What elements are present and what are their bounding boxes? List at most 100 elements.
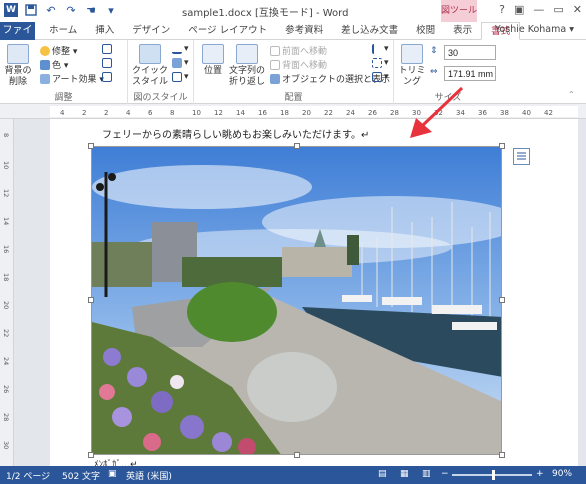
paragraph-ferry[interactable]: フェリーからの素晴らしい眺めもお楽しみいただけます。↵ <box>102 126 369 141</box>
resize-handle-top-right[interactable] <box>499 143 505 149</box>
tab-4[interactable]: 参考資料 <box>276 22 332 40</box>
ruler-number: 10 <box>192 109 201 117</box>
resize-handle-bottom-right[interactable] <box>499 452 505 458</box>
height-icon: ⇕ <box>430 46 438 56</box>
vruler-number: 16 <box>2 245 10 254</box>
crop-button[interactable]: トリミング <box>398 44 426 88</box>
read-mode-icon[interactable]: ▤ <box>378 469 387 479</box>
ruler-number: 4 <box>126 109 131 117</box>
ruler-number: 26 <box>368 109 377 117</box>
resize-handle-right[interactable] <box>499 297 505 303</box>
align-icon[interactable]: ▾ <box>372 44 389 54</box>
bring-forward-label: 前面へ移動 <box>282 47 328 57</box>
ruler-number: 2 <box>104 109 109 117</box>
zoom-level[interactable]: 90% <box>552 469 572 479</box>
group-objects-icon[interactable]: ▾ <box>372 58 389 68</box>
picture-border-icon[interactable]: ▾ <box>172 44 189 54</box>
word-window: W ↶ ↷ ☚ ▾ sample1.docx [互換モード] - Word 図ツ… <box>0 0 586 484</box>
layout-options-icon[interactable] <box>513 148 530 165</box>
ruler-number: 38 <box>500 109 509 117</box>
redo-icon[interactable]: ↷ <box>64 3 78 17</box>
change-picture-icon[interactable] <box>102 58 112 68</box>
width-icon: ⇔ <box>430 67 438 77</box>
ruler-number: 8 <box>170 109 175 117</box>
ruler-number: 42 <box>544 109 553 117</box>
tab-2[interactable]: デザイン <box>123 22 179 40</box>
vruler-number: 14 <box>2 217 10 226</box>
group-adjust-label: 調整 <box>54 93 73 103</box>
quick-styles-button[interactable]: クイック スタイル <box>132 44 168 88</box>
ruler-number: 16 <box>258 109 267 117</box>
remove-background-button[interactable]: 背景の削除 <box>3 44 33 88</box>
send-backward-icon <box>270 59 280 70</box>
vruler-number: 26 <box>2 385 10 394</box>
inserted-photo[interactable] <box>91 146 502 455</box>
bring-forward-button[interactable]: 前面へ移動 <box>270 44 327 57</box>
height-field[interactable] <box>444 45 496 60</box>
zoom-out-button[interactable]: − <box>441 469 449 479</box>
vruler-number: 12 <box>2 189 10 198</box>
minimize-button[interactable]: — <box>533 3 544 16</box>
collapse-ribbon-icon[interactable]: ⌃ <box>568 90 575 99</box>
ruler-number: 6 <box>148 109 153 117</box>
tab-3[interactable]: ページ レイアウト <box>179 22 276 40</box>
ruler-number: 18 <box>280 109 289 117</box>
vruler-number: 20 <box>2 301 10 310</box>
restore-button[interactable]: ▭ <box>553 3 563 16</box>
close-button[interactable]: ✕ <box>573 3 582 16</box>
quick-styles-icon <box>139 44 161 64</box>
group-arrange-label: 配置 <box>284 93 303 103</box>
reset-picture-icon[interactable] <box>102 72 112 82</box>
position-button[interactable]: 位置 <box>200 44 226 77</box>
bring-forward-icon <box>270 45 280 56</box>
corrections-button[interactable]: 修整 ▾ <box>40 44 77 57</box>
tab-0[interactable]: ホーム <box>40 22 86 40</box>
quick-styles-label: クイック スタイル <box>132 66 169 87</box>
group-picture-styles-label: 図のスタイル <box>133 93 188 103</box>
picture-layout-icon[interactable]: ▾ <box>172 72 189 82</box>
proofing-icon[interactable]: ▣ <box>108 469 117 479</box>
tab-7[interactable]: 表示 <box>444 22 481 40</box>
artistic-effects-button[interactable]: アート効果 ▾ <box>40 72 104 85</box>
resize-handle-bottom[interactable] <box>294 452 300 458</box>
zoom-in-button[interactable]: + <box>536 469 544 479</box>
width-field[interactable] <box>444 66 496 81</box>
undo-icon[interactable]: ↶ <box>44 3 58 17</box>
tab-1[interactable]: 挿入 <box>86 22 123 40</box>
resize-handle-left[interactable] <box>88 297 94 303</box>
selection-pane-icon <box>270 73 280 84</box>
language-indicator[interactable]: 英語 (米国) <box>126 469 172 482</box>
ruler-number: 22 <box>324 109 333 117</box>
wrap-text-button[interactable]: 文字列の 折り返し <box>228 44 266 88</box>
resize-handle-top[interactable] <box>294 143 300 149</box>
document-title: sample1.docx [互換モード] - Word <box>182 8 349 19</box>
send-backward-button[interactable]: 背面へ移動 <box>270 58 327 71</box>
crop-icon <box>401 44 423 64</box>
wrap-text-label: 文字列の 折り返し <box>228 66 265 87</box>
help-button[interactable]: ? <box>499 3 505 16</box>
artistic-effects-icon <box>40 73 50 84</box>
zoom-slider-thumb[interactable] <box>492 470 495 480</box>
compress-pictures-icon[interactable] <box>102 44 112 54</box>
artistic-effects-label: アート効果 ▾ <box>52 75 104 85</box>
web-layout-icon[interactable]: ▥ <box>422 469 431 479</box>
ruler-number: 40 <box>522 109 531 117</box>
print-layout-icon[interactable]: ▦ <box>400 469 409 479</box>
tab-5[interactable]: 差し込み文書 <box>332 22 407 40</box>
ruler-number: 2 <box>82 109 87 117</box>
picture-effects-icon[interactable]: ▾ <box>172 58 189 68</box>
page-count[interactable]: 1/2 ページ <box>6 469 50 482</box>
tab-file[interactable]: ファイル <box>0 22 35 54</box>
user-account[interactable]: Yoshie Kohama ▾ <box>495 24 574 35</box>
position-icon <box>202 44 224 64</box>
customize-qat-icon[interactable]: ▾ <box>104 3 118 17</box>
tab-6[interactable]: 校閲 <box>407 22 444 40</box>
ribbon-display-icon[interactable]: ▣ <box>514 3 524 16</box>
save-icon[interactable] <box>24 3 38 17</box>
ruler-number: 28 <box>390 109 399 117</box>
resize-handle-top-left[interactable] <box>88 143 94 149</box>
word-count[interactable]: 502 文字 <box>62 469 100 482</box>
rotate-icon[interactable]: ▾ <box>372 72 389 82</box>
touch-mode-icon[interactable]: ☚ <box>84 3 98 17</box>
color-button[interactable]: 色 ▾ <box>40 58 68 71</box>
